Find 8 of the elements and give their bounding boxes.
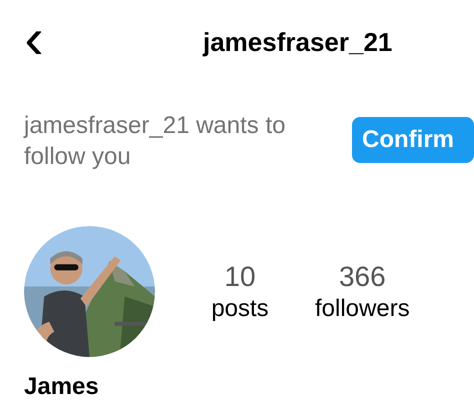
username-title: jamesfraser_21 — [203, 26, 392, 58]
follow-request-text: jamesfraser_21 wants to follow you — [24, 111, 286, 172]
stat-label: followers — [315, 294, 410, 324]
back-button[interactable]: ‹ — [14, 10, 54, 68]
stat-count: 10 — [224, 260, 256, 294]
stat-count: 366 — [338, 260, 386, 294]
profile-name: James — [24, 373, 99, 400]
stat-label: posts — [211, 294, 269, 324]
